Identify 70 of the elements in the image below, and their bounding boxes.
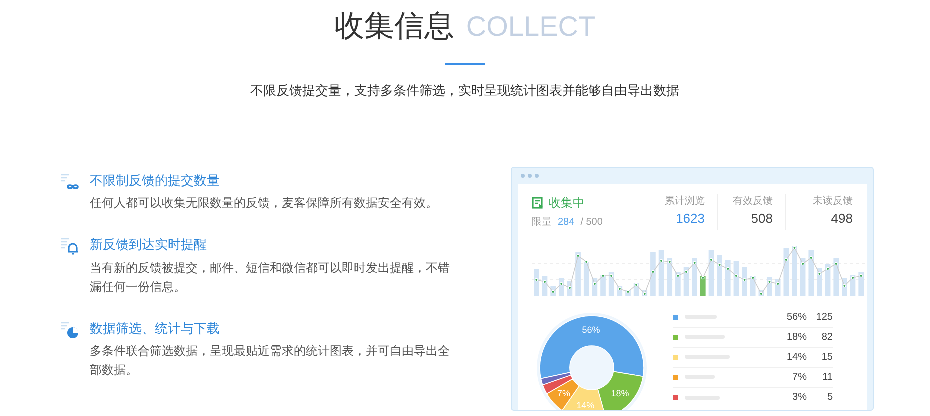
bar xyxy=(817,268,822,296)
subtitle: 不限反馈提交量，支持多条件筛选，实时呈现统计图表并能够自由导出数据 xyxy=(250,82,680,100)
legend-percent: 7% xyxy=(792,370,807,384)
bar xyxy=(784,248,790,296)
bar xyxy=(792,246,798,296)
bell-icon xyxy=(60,237,80,256)
limit-label: 限量 xyxy=(532,216,552,230)
bar xyxy=(808,250,814,296)
bar xyxy=(700,276,706,296)
bar xyxy=(750,276,756,296)
bar xyxy=(717,254,722,296)
legend-percent: 3% xyxy=(792,391,807,405)
slice-label: 56% xyxy=(582,324,600,334)
bar xyxy=(767,276,772,296)
legend-percent: 18% xyxy=(786,330,807,344)
bar xyxy=(858,272,864,296)
bar xyxy=(684,266,690,296)
form-icon xyxy=(532,196,544,208)
slice-label: 7% xyxy=(558,388,571,398)
bar xyxy=(534,268,540,296)
legend-percent: 14% xyxy=(786,350,807,364)
bar xyxy=(592,278,598,296)
bar xyxy=(842,278,848,296)
infinity-icon xyxy=(60,172,80,192)
bar xyxy=(558,278,564,296)
status-label: 收集中 xyxy=(549,194,585,212)
legend-count: 82 xyxy=(820,330,833,344)
bar xyxy=(650,252,656,296)
slice-label: 18% xyxy=(611,388,630,398)
feature-title: 新反馈到达实时提醒 xyxy=(90,236,208,254)
bar xyxy=(725,260,731,296)
feature-description: 任何人都可以收集无限数量的反馈，麦客保障所有数据安全有效。 xyxy=(90,195,439,212)
bar xyxy=(608,272,614,296)
bar xyxy=(800,258,806,296)
section-title-english: COLLECT xyxy=(466,10,596,44)
bar xyxy=(834,258,840,296)
stat-value: 1623 xyxy=(676,210,705,228)
limit-total: / 500 xyxy=(580,216,603,230)
stat-label: 累计浏览 xyxy=(665,194,705,208)
slice-label: 14% xyxy=(576,400,595,410)
legend-count: 15 xyxy=(820,350,833,364)
bar xyxy=(775,278,781,296)
section-title: 收集信息 xyxy=(334,8,454,46)
bar xyxy=(850,274,856,296)
limit-used: 284 xyxy=(558,216,575,230)
stat-value: 508 xyxy=(751,210,773,228)
bar xyxy=(734,260,740,296)
feature-title: 不限制反馈的提交数量 xyxy=(90,172,221,190)
legend-count: 5 xyxy=(826,391,833,405)
bar xyxy=(542,276,548,296)
bar xyxy=(667,258,673,296)
bar xyxy=(658,250,664,296)
bar xyxy=(742,266,748,296)
legend-count: 11 xyxy=(822,370,833,384)
bar xyxy=(600,274,606,296)
pie-chart-icon xyxy=(60,320,80,340)
bar xyxy=(692,258,698,296)
bar xyxy=(676,272,681,296)
feature-title: 数据筛选、统计与下载 xyxy=(90,320,221,338)
feature-description: 当有新的反馈被提交，邮件、短信和微信都可以即时发出提醒，不错漏任何一份信息。 xyxy=(90,260,451,296)
legend-count: 125 xyxy=(815,310,833,324)
feature-description: 多条件联合筛选数据，呈现最贴近需求的统计图表，并可自由导出全部数据。 xyxy=(90,343,451,379)
stat-label: 未读反馈 xyxy=(813,194,853,208)
stat-label: 有效反馈 xyxy=(733,194,773,208)
bar xyxy=(825,264,831,296)
bar xyxy=(584,262,590,296)
bar xyxy=(708,250,714,296)
bar xyxy=(576,252,581,296)
stat-value: 498 xyxy=(831,210,853,228)
legend-percent: 56% xyxy=(786,310,807,324)
